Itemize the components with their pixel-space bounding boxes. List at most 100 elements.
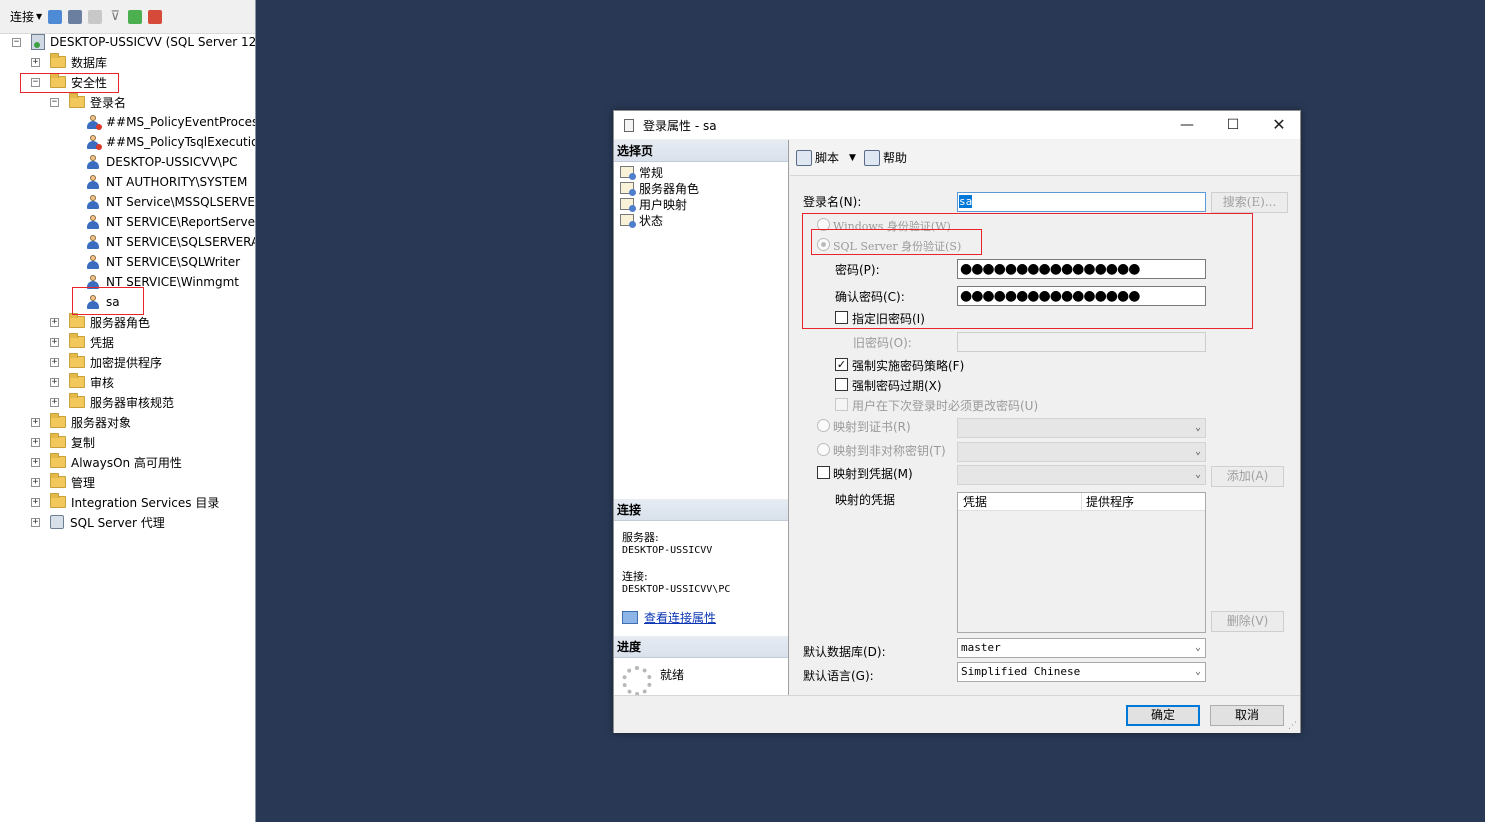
page-server-roles[interactable]: 服务器角色 bbox=[614, 180, 788, 196]
credential-select[interactable]: ⌄ bbox=[957, 465, 1206, 485]
collapse-icon[interactable]: − bbox=[50, 97, 59, 107]
connect-dropdown-icon[interactable]: ▼ bbox=[36, 12, 42, 21]
enforce-policy-checkbox[interactable]: ✓ bbox=[835, 358, 848, 371]
expand-icon[interactable]: + bbox=[50, 397, 59, 407]
tree-login-item[interactable]: DESKTOP-USSICVV\PC bbox=[86, 152, 237, 172]
tree-node-replication[interactable]: + 复制 bbox=[31, 432, 95, 452]
page-status[interactable]: 状态 bbox=[614, 212, 788, 228]
explorer-toolbar: 连接 ▼ ⊽ bbox=[0, 0, 255, 34]
mapped-credentials-label: 映射的凭据 bbox=[835, 493, 896, 507]
search-button[interactable]: 搜索(E)... bbox=[1211, 192, 1288, 213]
login-label: NT Service\MSSQLSERVER bbox=[106, 195, 256, 209]
tree-node-server-roles[interactable]: + 服务器角色 bbox=[50, 312, 150, 332]
default-database-value: master bbox=[961, 641, 1001, 654]
filter-icon[interactable]: ⊽ bbox=[108, 9, 122, 24]
expand-icon[interactable]: + bbox=[31, 437, 40, 447]
map-asymmetric-key-radio[interactable] bbox=[817, 443, 830, 456]
stop-icon[interactable] bbox=[88, 9, 103, 24]
add-credential-button[interactable]: 添加(A) bbox=[1211, 466, 1284, 487]
tree-login-item[interactable]: NT AUTHORITY\SYSTEM bbox=[86, 172, 247, 192]
disconnect-icon[interactable] bbox=[68, 9, 83, 24]
expand-icon[interactable]: + bbox=[31, 417, 40, 427]
progress-header: 进度 bbox=[614, 636, 788, 658]
tree-node-server-objects[interactable]: + 服务器对象 bbox=[31, 412, 131, 432]
tree-node-crypto-providers[interactable]: + 加密提供程序 bbox=[50, 352, 162, 372]
node-label: AlwaysOn 高可用性 bbox=[71, 455, 182, 470]
folder-icon bbox=[69, 333, 85, 348]
remove-credential-button[interactable]: 删除(V) bbox=[1211, 611, 1284, 632]
connection-header: 连接 bbox=[614, 499, 788, 521]
expand-icon[interactable]: + bbox=[50, 317, 59, 327]
login-user-icon bbox=[86, 175, 100, 189]
asymmetric-key-select[interactable]: ⌄ bbox=[957, 442, 1206, 462]
tree-node-credentials[interactable]: + 凭据 bbox=[50, 332, 114, 352]
tree-node-agent[interactable]: + SQL Server 代理 bbox=[31, 512, 165, 532]
server-label: 服务器: bbox=[622, 531, 659, 544]
refresh-icon[interactable] bbox=[128, 9, 143, 24]
resize-grip-icon[interactable]: ⋰ bbox=[1288, 721, 1297, 731]
connect-object-explorer-icon[interactable] bbox=[48, 9, 63, 24]
login-name-input[interactable]: sa bbox=[957, 192, 1206, 212]
expand-icon[interactable]: + bbox=[31, 497, 40, 507]
collapse-icon[interactable]: − bbox=[12, 37, 21, 47]
default-language-select[interactable]: Simplified Chinese ⌄ bbox=[957, 662, 1206, 682]
tree-node-audits[interactable]: + 审核 bbox=[50, 372, 114, 392]
grid-column-credential[interactable]: 凭据 bbox=[958, 493, 1082, 510]
tree-node-management[interactable]: + 管理 bbox=[31, 472, 95, 492]
must-change-checkbox[interactable] bbox=[835, 398, 848, 411]
mapped-credentials-grid[interactable]: 凭据 提供程序 bbox=[957, 492, 1206, 633]
connect-button[interactable]: 连接 bbox=[10, 8, 34, 25]
folder-icon bbox=[50, 493, 66, 508]
tree-login-item[interactable]: NT Service\MSSQLSERVER bbox=[86, 192, 256, 212]
tree-server-root[interactable]: − DESKTOP-USSICVV (SQL Server 12.0 bbox=[12, 32, 255, 52]
tree-node-audit-specs[interactable]: + 服务器审核规范 bbox=[50, 392, 174, 412]
expand-icon[interactable]: + bbox=[31, 57, 40, 67]
tree-login-item[interactable]: NT SERVICE\ReportServer bbox=[86, 212, 255, 232]
page-user-mapping[interactable]: 用户映射 bbox=[614, 196, 788, 212]
tree-login-item[interactable]: NT SERVICE\SQLWriter bbox=[86, 252, 240, 272]
progress-spinner-icon bbox=[622, 666, 652, 696]
enforce-expiration-checkbox[interactable] bbox=[835, 378, 848, 391]
progress-status: 就绪 bbox=[660, 668, 685, 682]
chevron-down-icon: ⌄ bbox=[1194, 469, 1201, 480]
expand-icon[interactable]: + bbox=[31, 477, 40, 487]
maximize-button[interactable]: ☐ bbox=[1210, 111, 1256, 139]
activity-monitor-icon[interactable] bbox=[148, 9, 163, 24]
old-password-input[interactable] bbox=[957, 332, 1206, 352]
view-connection-properties-link[interactable]: 查看连接属性 bbox=[644, 609, 716, 626]
expand-icon[interactable]: + bbox=[50, 357, 59, 367]
script-dropdown-icon[interactable]: ▼ bbox=[849, 153, 856, 163]
tree-login-item[interactable]: ##MS_PolicyEventProcess bbox=[86, 112, 255, 132]
map-credential-checkbox[interactable] bbox=[817, 466, 830, 479]
server-value: DESKTOP-USSICVV bbox=[622, 545, 713, 556]
tree-node-logins[interactable]: − 登录名 bbox=[50, 92, 126, 112]
help-button[interactable]: 帮助 bbox=[883, 149, 907, 166]
server-icon bbox=[31, 34, 45, 50]
tree-node-alwayson[interactable]: + AlwaysOn 高可用性 bbox=[31, 452, 182, 472]
folder-icon bbox=[69, 313, 85, 328]
expand-icon[interactable]: + bbox=[31, 457, 40, 467]
folder-icon bbox=[69, 373, 85, 388]
enforce-expiration-label: 强制密码过期(X) bbox=[852, 379, 942, 393]
page-general[interactable]: 常规 bbox=[614, 164, 788, 180]
node-label: 服务器角色 bbox=[90, 315, 151, 330]
certificate-select[interactable]: ⌄ bbox=[957, 418, 1206, 438]
close-button[interactable]: ✕ bbox=[1256, 111, 1302, 139]
expand-icon[interactable]: + bbox=[50, 377, 59, 387]
cancel-button[interactable]: 取消 bbox=[1210, 705, 1284, 726]
minimize-button[interactable]: — bbox=[1164, 111, 1210, 139]
grid-column-provider[interactable]: 提供程序 bbox=[1082, 493, 1134, 510]
tree-login-item[interactable]: NT SERVICE\SQLSERVERA bbox=[86, 232, 255, 252]
folder-icon bbox=[50, 433, 66, 448]
ok-button[interactable]: 确定 bbox=[1126, 705, 1200, 726]
expand-icon[interactable]: + bbox=[50, 337, 59, 347]
tree-node-databases[interactable]: + 数据库 bbox=[31, 52, 107, 72]
tree-node-integration-services[interactable]: + Integration Services 目录 bbox=[31, 492, 219, 512]
tree-login-item[interactable]: ##MS_PolicyTsqlExecutior bbox=[86, 132, 255, 152]
expand-icon[interactable]: + bbox=[31, 517, 40, 527]
page-icon bbox=[620, 198, 636, 212]
dialog-toolbar: 脚本 ▼ 帮助 bbox=[790, 140, 1300, 176]
script-button[interactable]: 脚本 bbox=[815, 149, 839, 166]
default-database-select[interactable]: master ⌄ bbox=[957, 638, 1206, 658]
map-certificate-radio[interactable] bbox=[817, 419, 830, 432]
